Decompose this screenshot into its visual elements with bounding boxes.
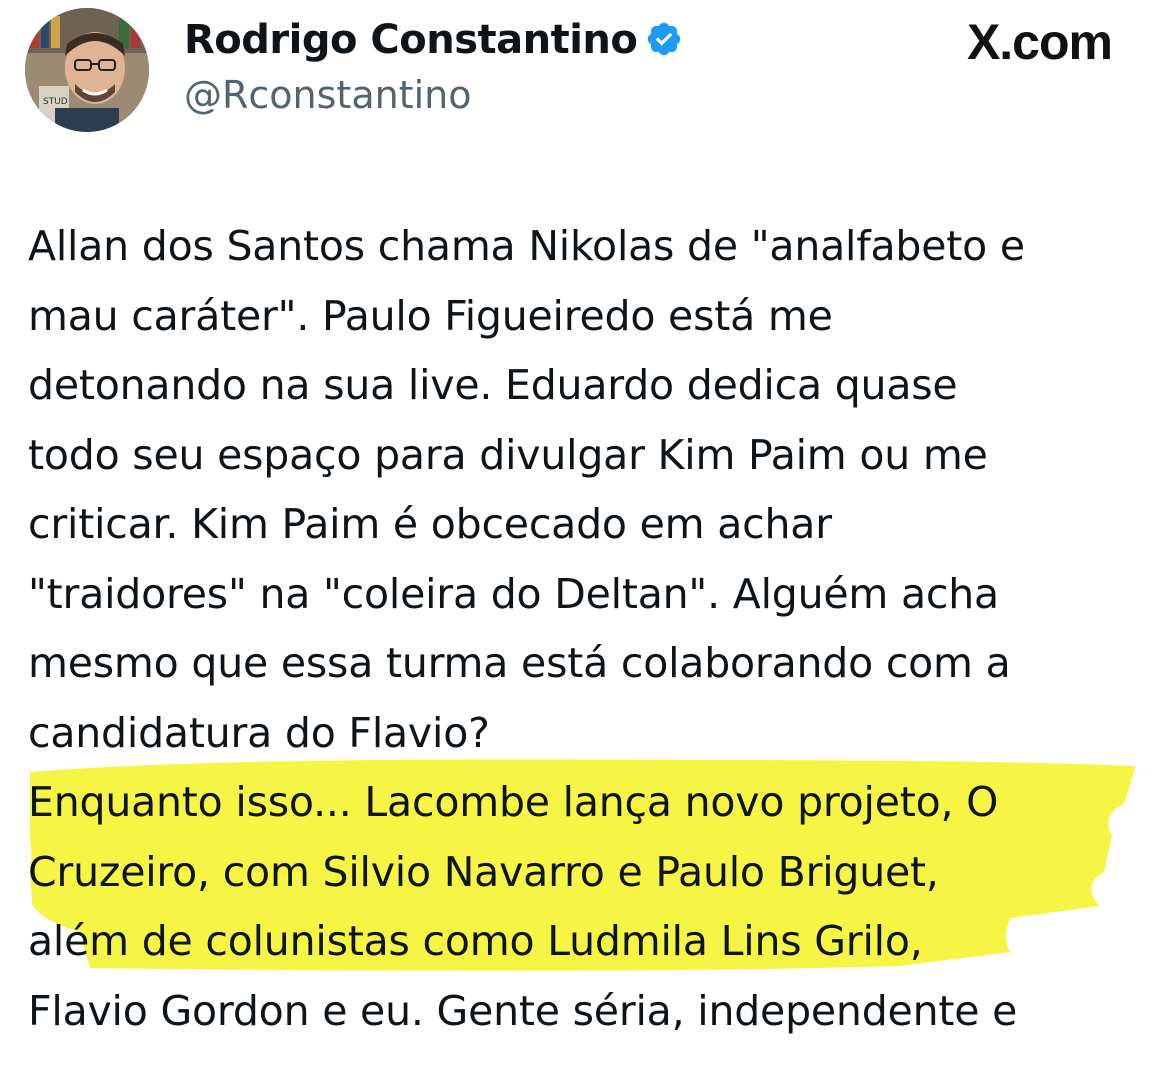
tweet-line: todo seu espaço para divulgar Kim Paim o… bbox=[28, 430, 988, 479]
tweet-line: detonando na sua live. Eduardo dedica qu… bbox=[28, 361, 958, 409]
source-watermark-text: X.com bbox=[966, 14, 1113, 70]
tweet-line: mau caráter". Paulo Figueiredo está me bbox=[28, 291, 833, 340]
tweet-line: "traidores" na "coleira do Deltan". Algu… bbox=[28, 569, 999, 618]
tweet-line: Flavio Gordon e eu. Gente séria, indepen… bbox=[28, 986, 1018, 1035]
author-name-text[interactable]: Rodrigo Constantino bbox=[184, 17, 638, 63]
avatar[interactable]: STUD bbox=[25, 8, 149, 132]
tweet-line: mesmo que essa turma está colaborando co… bbox=[28, 639, 1011, 687]
tweet-line-highlighted: Cruzeiro, com Silvio Navarro e Paulo Bri… bbox=[28, 847, 939, 896]
svg-text:STUD: STUD bbox=[43, 97, 68, 107]
author-name[interactable]: Rodrigo Constantino bbox=[184, 14, 683, 66]
verified-badge-icon bbox=[648, 22, 681, 56]
source-watermark: X.com bbox=[966, 14, 1113, 70]
tweet-line-highlighted: Enquanto isso... Lacombe lança novo proj… bbox=[28, 778, 999, 826]
tweet-line: Allan dos Santos chama Nikolas de "analf… bbox=[28, 222, 1025, 270]
tweet-line: candidatura do Flavio? bbox=[28, 708, 490, 757]
author-handle[interactable]: @Rconstantino bbox=[184, 72, 472, 118]
tweet-line: criticar. Kim Paim é obcecado em achar bbox=[28, 500, 832, 548]
tweet-line-highlighted: além de colunistas como Ludmila Lins Gri… bbox=[28, 917, 923, 965]
tweet-body: Allan dos Santos chama Nikolas de "analf… bbox=[28, 212, 1160, 1046]
